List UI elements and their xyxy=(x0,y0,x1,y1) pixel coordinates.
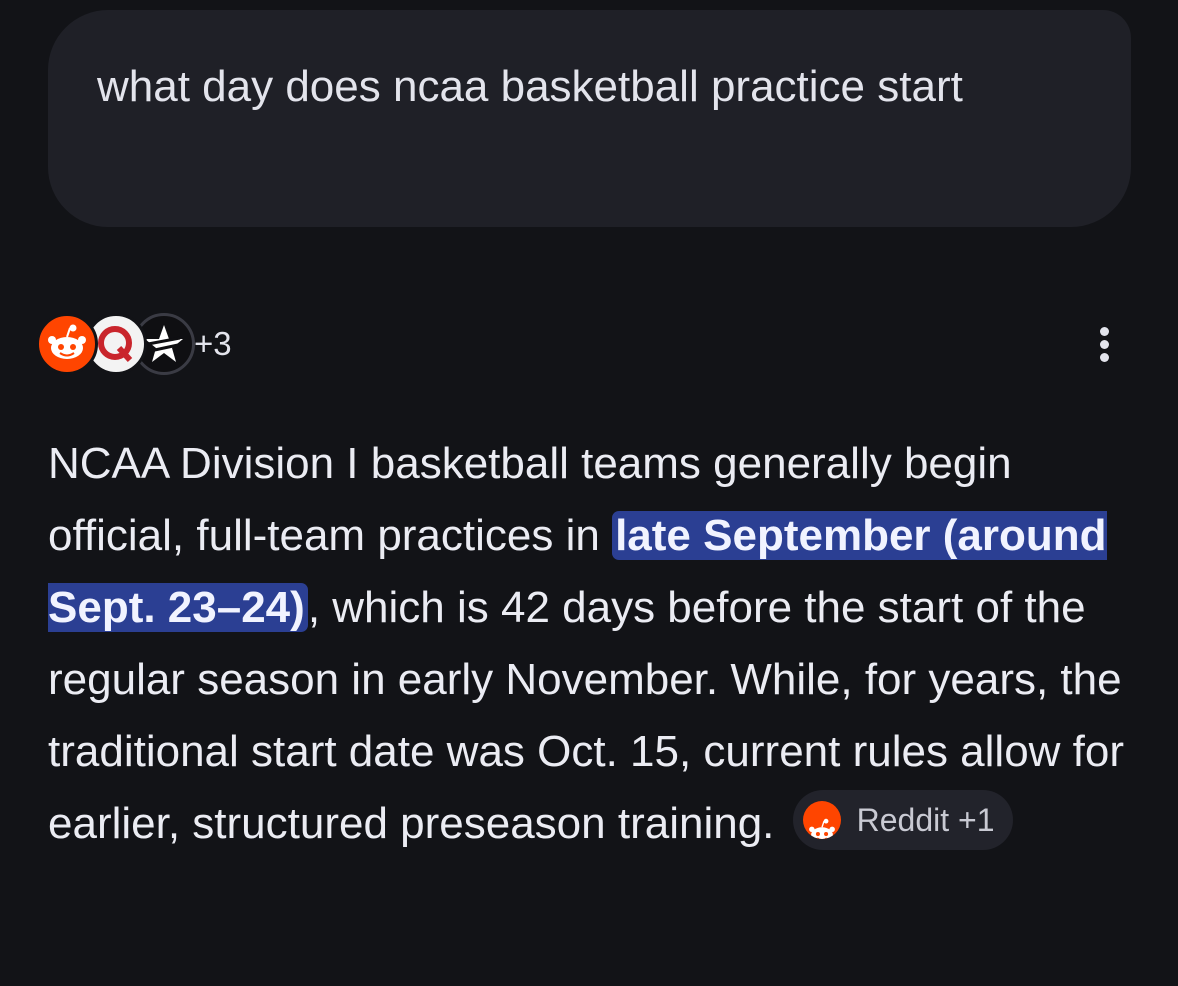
reddit-icon xyxy=(802,801,841,840)
user-query-bubble: what day does ncaa basketball practice s… xyxy=(48,10,1131,227)
user-query-text: what day does ncaa basketball practice s… xyxy=(97,62,963,111)
more-options-icon[interactable] xyxy=(1096,327,1112,367)
reddit-icon[interactable] xyxy=(36,313,98,375)
citation-chip[interactable]: Reddit +1 xyxy=(792,790,1013,851)
sources-row[interactable]: +3 xyxy=(36,313,1136,377)
answer-paragraph: NCAA Division I basketball teams general… xyxy=(48,428,1138,860)
citation-chip-label: Reddit +1 xyxy=(856,802,995,839)
sources-more-count[interactable]: +3 xyxy=(194,325,232,363)
